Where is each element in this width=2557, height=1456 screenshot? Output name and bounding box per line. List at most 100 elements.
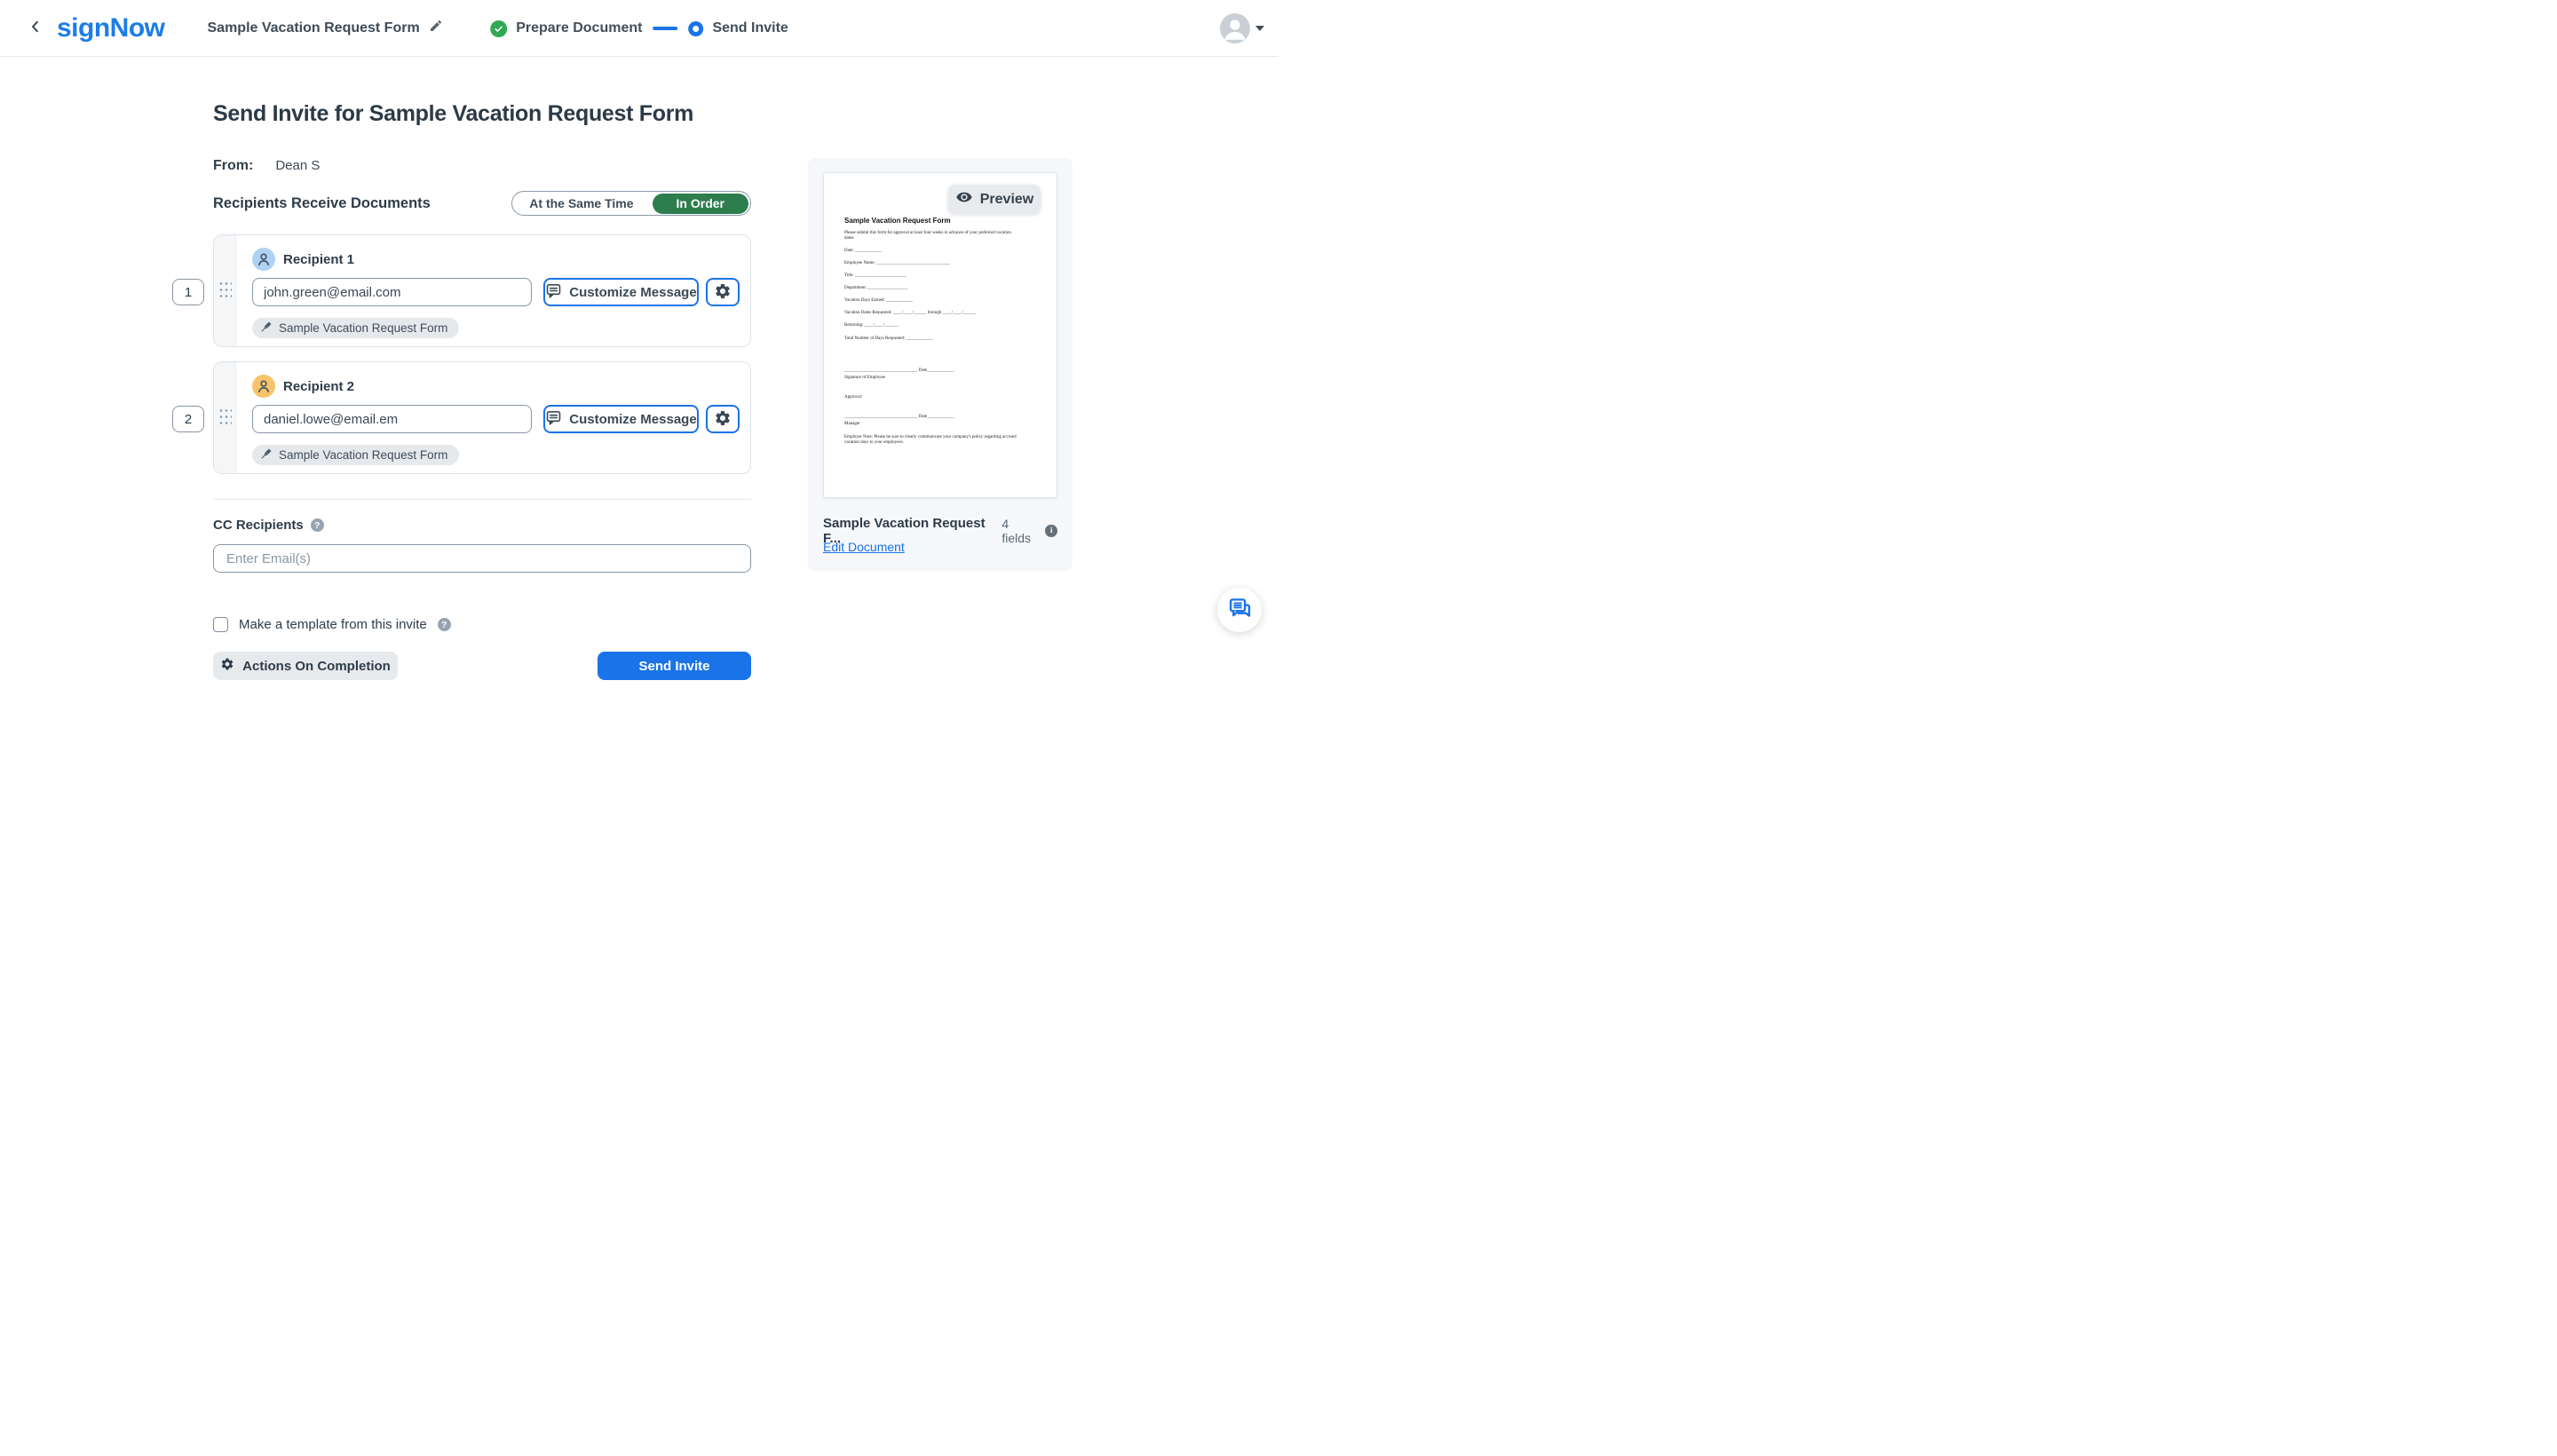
attached-document-tag[interactable]: Sample Vacation Request Form — [252, 318, 459, 338]
mini-doc-line: Employer Note: Please be sure to clearly… — [844, 435, 1022, 446]
user-avatar — [1220, 13, 1250, 44]
progress-steps: Prepare Document Send Invite — [490, 0, 788, 57]
mini-doc-line: Date: ____________ — [844, 249, 1037, 254]
check-circle-icon — [490, 20, 507, 37]
document-title: Sample Vacation Request Form — [208, 20, 420, 36]
recipients-order-row: Recipients Receive Documents At the Same… — [213, 191, 751, 216]
make-template-label: Make a template from this invite — [239, 617, 427, 632]
help-icon[interactable]: ? — [311, 518, 324, 532]
drag-handle[interactable] — [214, 235, 236, 346]
from-row: From: Dean S — [213, 158, 751, 174]
pen-nib-icon — [260, 320, 273, 336]
mini-doc-line: Employee Name: _________________________… — [844, 261, 1037, 266]
section-divider — [213, 499, 751, 500]
signnow-logo[interactable]: signNow — [57, 13, 165, 44]
speech-bubble-icon — [545, 409, 562, 430]
order-toggle[interactable]: At the Same Time In Order — [511, 191, 751, 216]
mini-doc-line: Manager — [844, 422, 1037, 427]
make-template-checkbox[interactable] — [213, 617, 228, 632]
caret-down-icon — [1255, 26, 1264, 31]
recipient-email-input[interactable] — [252, 405, 532, 433]
recipient-settings-button[interactable] — [706, 278, 740, 306]
toggle-option-same-time[interactable]: At the Same Time — [512, 196, 650, 210]
template-checkbox-row: Make a template from this invite ? — [213, 617, 751, 632]
step-send-invite[interactable]: Send Invite — [688, 20, 788, 36]
from-value: Dean S — [275, 158, 320, 173]
preview-label: Preview — [980, 192, 1033, 208]
mini-doc-line: Vacation Days Earned: ____________ — [844, 298, 1037, 304]
mini-doc-line: _________________________________ Date__… — [844, 415, 1037, 420]
top-bar: signNow Sample Vacation Request Form Pre… — [0, 0, 1278, 57]
step-prepare-document[interactable]: Prepare Document — [490, 20, 642, 37]
recipient-order-badge: 1 — [172, 279, 204, 305]
gear-icon — [220, 657, 234, 675]
mini-doc-line: _________________________________ Date__… — [844, 368, 1037, 374]
pen-nib-icon — [260, 447, 273, 463]
preview-button[interactable]: Preview — [948, 185, 1041, 214]
gear-icon — [714, 282, 732, 303]
drag-handle[interactable] — [214, 362, 236, 473]
recipient-controls: Customize Message — [252, 405, 740, 433]
recipient-card-content: Recipient 2 Customize Message — [252, 375, 740, 465]
recipient-controls: Customize Message — [252, 278, 740, 306]
send-invite-button[interactable]: Send Invite — [598, 652, 751, 680]
document-preview-panel: Preview Sample Vacation Request Form Ple… — [808, 158, 1073, 571]
customize-message-label: Customize Message — [569, 412, 696, 427]
actions-on-completion-label: Actions On Completion — [242, 659, 391, 674]
recipients-order-label: Recipients Receive Documents — [213, 195, 431, 212]
edit-document-link[interactable]: Edit Document — [823, 540, 905, 554]
chevron-left-icon — [28, 19, 44, 37]
recipient-card-content: Recipient 1 Customize Message — [252, 248, 740, 338]
mini-doc-line: Vacation Dates Requested: ____/____/____… — [844, 311, 1037, 316]
mini-doc-title: Sample Vacation Request Form — [844, 217, 1037, 225]
cc-recipients-input[interactable] — [213, 544, 751, 573]
recipient-avatar-icon — [252, 375, 275, 398]
mini-doc-line: Title: _______________________ — [844, 273, 1037, 279]
attached-document-tag[interactable]: Sample Vacation Request Form — [252, 445, 459, 465]
cc-recipients-label: CC Recipients — [213, 518, 304, 533]
account-menu[interactable] — [1220, 13, 1264, 44]
mini-doc-line: Total Number of Days Requested: ________… — [844, 336, 1037, 342]
from-label: From: — [213, 158, 253, 174]
mini-doc-line: Department: __________________ — [844, 286, 1037, 291]
step-label: Prepare Document — [516, 20, 642, 36]
step-label: Send Invite — [712, 20, 788, 36]
cc-recipients-row: CC Recipients ? — [213, 518, 751, 533]
attached-document-name: Sample Vacation Request Form — [279, 448, 447, 462]
recipient-card-1: 1 Recipient 1 Customize Message — [213, 234, 751, 347]
radio-ring-icon — [688, 21, 703, 36]
help-icon[interactable]: ? — [438, 618, 451, 631]
chat-bubbles-icon — [1228, 597, 1252, 623]
attached-document-name: Sample Vacation Request Form — [279, 321, 447, 335]
document-thumbnail[interactable]: Sample Vacation Request Form Please subm… — [823, 172, 1057, 498]
customize-message-label: Customize Message — [569, 285, 696, 300]
form-actions-row: Actions On Completion Send Invite — [213, 652, 751, 680]
fields-count-label: 4 fields — [1001, 517, 1040, 545]
actions-on-completion-button[interactable]: Actions On Completion — [213, 652, 398, 680]
drag-dots-icon — [218, 408, 232, 428]
info-icon[interactable]: i — [1045, 525, 1057, 537]
toggle-option-in-order[interactable]: In Order — [653, 194, 748, 214]
recipient-order-badge: 2 — [172, 406, 204, 432]
support-chat-button[interactable] — [1217, 588, 1262, 632]
fields-count: 4 fields i — [1001, 517, 1057, 545]
mini-doc-line: Approval: — [844, 395, 1037, 400]
page-title: Send Invite for Sample Vacation Request … — [213, 100, 751, 127]
mini-doc-line: Returning: ____/____/______ — [844, 323, 1037, 328]
back-button[interactable] — [21, 14, 50, 43]
step-connector — [653, 27, 677, 30]
customize-message-button[interactable]: Customize Message — [543, 278, 699, 306]
drag-dots-icon — [218, 281, 232, 301]
send-invite-form: Send Invite for Sample Vacation Request … — [213, 57, 751, 680]
pencil-icon[interactable] — [429, 19, 443, 37]
gear-icon — [714, 409, 732, 430]
recipient-header: Recipient 2 — [252, 375, 740, 398]
speech-bubble-icon — [545, 282, 562, 303]
mini-doc-line: Signature of Employee — [844, 376, 1037, 381]
recipient-card-2: 2 Recipient 2 Customize Message — [213, 361, 751, 474]
eye-icon — [955, 188, 973, 210]
recipient-avatar-icon — [252, 248, 275, 271]
customize-message-button[interactable]: Customize Message — [543, 405, 699, 433]
recipient-settings-button[interactable] — [706, 405, 740, 433]
recipient-email-input[interactable] — [252, 278, 532, 306]
